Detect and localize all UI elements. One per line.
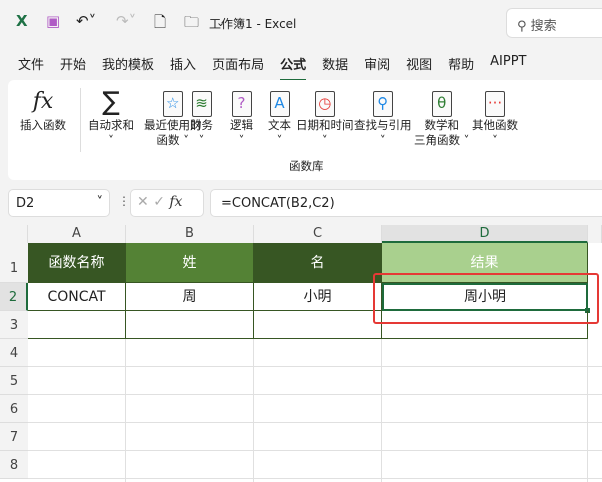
cell-a3[interactable] [28,311,126,339]
gridline [28,450,602,451]
formula-bar[interactable]: =CONCAT(B2,C2) [210,189,602,217]
gridline [28,422,602,423]
formula-buttons: ✕ ✓ fx [130,189,204,217]
cell-b2[interactable]: 周 [126,283,254,311]
divider [80,88,81,152]
more-book-icon: ··· [485,91,505,117]
gridline [253,339,254,482]
gridline [28,366,602,367]
label: 插入函数 [20,118,66,132]
insert-function-icon[interactable]: fx [169,194,182,210]
tab-review[interactable]: 审阅 [364,54,390,82]
row-header-3[interactable]: 3 [0,311,28,339]
row-header-4[interactable]: 4 [0,339,28,367]
column-header-d[interactable]: D [382,225,588,243]
column-header-e[interactable] [588,225,602,243]
new-file-icon[interactable]: 🗋 [154,12,166,37]
excel-logo-icon: X [16,12,28,30]
search-placeholder: 搜索 [530,19,557,34]
tab-formulas[interactable]: 公式 [280,54,307,82]
label: 查找与引用 [354,118,412,132]
cancel-icon[interactable]: ✕ [137,194,149,210]
enter-icon[interactable]: ✓ [153,194,165,210]
text-book-icon: A [269,91,290,117]
tab-view[interactable]: 视图 [406,54,432,82]
select-all-button[interactable] [0,225,28,243]
tab-home[interactable]: 开始 [60,54,86,82]
title-bar: X ▣ ↶˅ ↷˅ 🗋 🗀 ⌄ 工作簿1 - Excel ⚲ 搜索 [0,0,602,46]
label: 逻辑 [230,118,253,132]
row-header-5[interactable]: 5 [0,367,28,395]
text-button[interactable]: A 文本 ˅ [268,86,291,148]
window-title: 工作簿1 - Excel [209,17,297,31]
cell-a2[interactable]: CONCAT [28,283,126,311]
undo-icon[interactable]: ↶˅ [76,12,96,30]
tab-aippt[interactable]: AIPPT [490,54,526,82]
cell-c2[interactable]: 小明 [254,283,382,311]
sigma-icon: ∑ [102,87,120,117]
tab-help[interactable]: 帮助 [448,54,474,82]
gridline [587,339,588,482]
label: 其他函数 [472,118,518,132]
label: 文本 [268,118,291,132]
financial-button[interactable]: ≋ 财务 ˅ [190,86,213,148]
redo-icon[interactable]: ↷˅ [116,12,136,30]
magnifier-book-icon: ⚲ [372,91,393,117]
label: 财务 [190,118,213,132]
star-book-icon: ☆ [162,91,183,117]
search-box[interactable]: ⚲ 搜索 [506,8,602,38]
function-library-label: 函数库 [289,159,324,173]
gridline [28,394,602,395]
label: 三角函数 [414,133,460,147]
open-folder-icon[interactable]: 🗀 [184,12,199,37]
label: 日期和时间 [296,118,354,132]
insert-function-button[interactable]: fx 插入函数 [20,86,66,133]
logical-button[interactable]: ? 逻辑 ˅ [230,86,253,148]
drag-handle-icon[interactable]: ⋮ [118,194,130,208]
gridline [381,339,382,482]
highlight-box [373,273,599,324]
chevron-down-icon[interactable]: ˅ [97,195,104,210]
more-functions-button[interactable]: ··· 其他函数 ˅ [472,86,518,148]
tab-file[interactable]: 文件 [18,54,44,82]
label: 数学和 [424,118,459,132]
row-header-2[interactable]: 2 [0,283,28,311]
cell-b3[interactable] [126,311,254,339]
tab-page-layout[interactable]: 页面布局 [212,54,264,82]
gridline [125,339,126,482]
cell-c3[interactable] [254,311,382,339]
column-header-c[interactable]: C [254,225,382,243]
clock-book-icon: ◷ [314,91,335,117]
search-icon: ⚲ [517,19,531,34]
row-header-6[interactable]: 6 [0,395,28,423]
save-icon[interactable]: ▣ [46,12,60,30]
tab-data[interactable]: 数据 [322,54,348,82]
coins-book-icon: ≋ [191,91,212,117]
label: 函数 [156,133,180,147]
gridline [28,478,602,479]
formula-text: =CONCAT(B2,C2) [221,196,335,211]
question-book-icon: ? [231,91,252,117]
cell-c1[interactable]: 名 [254,243,382,283]
spreadsheet-grid[interactable]: A B C D 1 2 3 4 5 6 7 8 函数名称 姓 名 结果 CONC… [0,225,602,482]
row-header-1[interactable]: 1 [0,243,28,283]
lookup-button[interactable]: ⚲ 查找与引用 ˅ [354,86,412,148]
ribbon-tabs: 文件 开始 我的模板 插入 页面布局 公式 数据 审阅 视图 帮助 AIPPT [18,54,543,82]
tab-insert[interactable]: 插入 [170,54,196,82]
theta-book-icon: θ [431,91,452,117]
column-header-b[interactable]: B [126,225,254,243]
cell-a1[interactable]: 函数名称 [28,243,126,283]
name-box[interactable]: D2 ˅ [8,189,110,217]
tab-my-templates[interactable]: 我的模板 [102,54,154,82]
fx-icon: fx [32,89,54,114]
row-header-8[interactable]: 8 [0,451,28,479]
name-box-value: D2 [16,196,35,211]
row-header-7[interactable]: 7 [0,423,28,451]
math-trig-button[interactable]: θ 数学和 三角函数 ˅ [414,86,469,148]
cell-b1[interactable]: 姓 [126,243,254,283]
datetime-button[interactable]: ◷ 日期和时间 ˅ [296,86,354,148]
column-header-a[interactable]: A [28,225,126,243]
label: 自动求和 [88,118,134,132]
autosum-button[interactable]: ∑ 自动求和 ˅ [88,86,134,148]
